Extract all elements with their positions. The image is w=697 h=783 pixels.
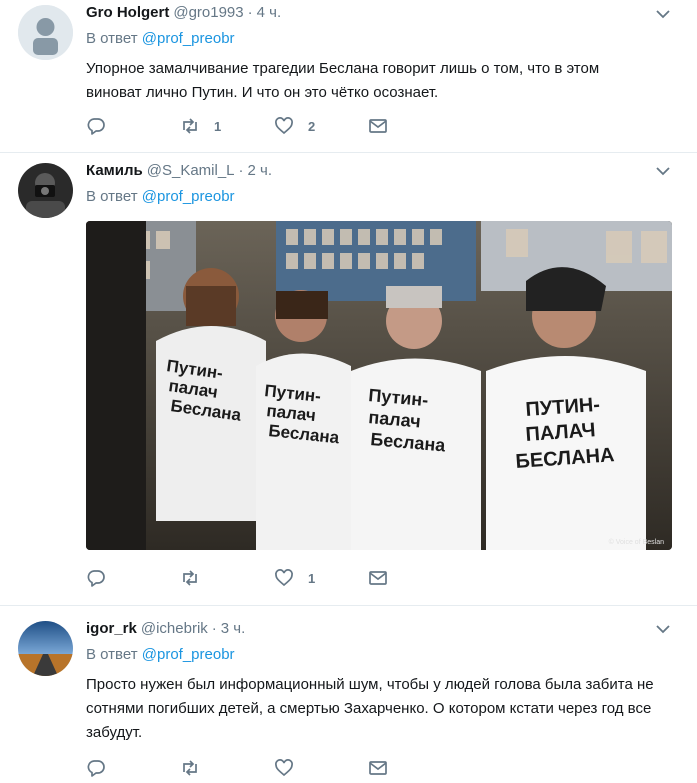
envelope-icon <box>369 119 387 133</box>
separator-dot: · <box>247 4 253 21</box>
heart-icon <box>275 569 293 587</box>
display-name[interactable]: Камиль <box>86 162 143 179</box>
reply-prefix: В ответ <box>86 188 138 205</box>
chevron-down-icon[interactable] <box>655 623 671 635</box>
default-avatar-icon <box>18 5 73 60</box>
retweet-icon <box>183 118 197 134</box>
retweet-count: 1 <box>214 118 222 134</box>
like-count: 2 <box>308 118 316 134</box>
reply-to-link[interactable]: @prof_preobr <box>142 646 235 663</box>
chevron-down-icon[interactable] <box>655 165 671 177</box>
heart-icon <box>275 759 293 777</box>
message-button[interactable] <box>368 116 462 136</box>
envelope-icon <box>369 761 387 775</box>
avatar[interactable] <box>18 5 73 60</box>
tweet-header: igor_rk @ichebrik · 3 ч. <box>86 606 697 638</box>
chevron-down-icon[interactable] <box>655 8 671 20</box>
timestamp[interactable]: 2 ч. <box>248 162 273 179</box>
reply-button[interactable] <box>86 758 180 778</box>
reply-icon <box>87 118 105 135</box>
like-button[interactable] <box>274 758 368 778</box>
like-count: 1 <box>308 570 316 586</box>
like-button[interactable]: 2 <box>274 116 368 136</box>
tweet-header: Камиль @S_Kamil_L · 2 ч. <box>86 153 697 180</box>
reply-context: В ответ @prof_preobr <box>86 646 697 666</box>
tweet-text: Упорное замалчивание трагедии Беслана го… <box>86 60 600 101</box>
message-button[interactable] <box>368 758 462 778</box>
separator-dot: · <box>238 162 244 179</box>
user-handle[interactable]: @gro1993 <box>173 4 243 21</box>
avatar[interactable] <box>18 621 73 676</box>
road-landscape-avatar-image <box>18 621 73 676</box>
reply-context: В ответ @prof_preobr <box>86 188 697 208</box>
tweet-actions: 1 2 <box>86 114 697 138</box>
reply-context: В ответ @prof_preobr <box>86 30 697 50</box>
protest-photo-image: Путин- палач Беслана Путин- палач Беслан… <box>86 221 672 550</box>
reply-to-link[interactable]: @prof_preobr <box>142 188 235 205</box>
tweet-actions <box>86 756 697 780</box>
photo-credit: © Voice of Beslan <box>609 538 664 546</box>
reply-button[interactable] <box>86 568 180 588</box>
retweet-icon <box>183 570 197 586</box>
tweet-actions: 1 <box>86 566 697 590</box>
reply-button[interactable] <box>86 116 180 136</box>
like-button[interactable]: 1 <box>274 568 368 588</box>
user-handle[interactable]: @S_Kamil_L <box>147 162 235 179</box>
retweet-button[interactable]: 1 <box>180 116 274 136</box>
avatar[interactable] <box>18 163 73 218</box>
photographer-avatar-image <box>18 163 73 218</box>
reply-icon <box>87 760 105 777</box>
tweet-photo[interactable]: Путин- палач Беслана Путин- палач Беслан… <box>86 221 672 550</box>
tweet[interactable]: Камиль @S_Kamil_L · 2 ч. В ответ @prof_p… <box>0 153 697 606</box>
retweet-button[interactable] <box>180 758 274 778</box>
display-name[interactable]: Gro Holgert <box>86 4 169 21</box>
retweet-icon <box>183 760 197 776</box>
tweet[interactable]: Gro Holgert @gro1993 · 4 ч. В ответ @pro… <box>0 0 697 153</box>
reply-prefix: В ответ <box>86 30 138 47</box>
timestamp[interactable]: 4 ч. <box>257 4 282 21</box>
reply-to-link[interactable]: @prof_preobr <box>142 30 235 47</box>
tweet[interactable]: igor_rk @ichebrik · 3 ч. В ответ @prof_p… <box>0 606 697 783</box>
reply-prefix: В ответ <box>86 646 138 663</box>
user-handle[interactable]: @ichebrik <box>141 620 208 637</box>
timestamp[interactable]: 3 ч. <box>221 620 246 637</box>
separator-dot: · <box>211 620 217 637</box>
envelope-icon <box>369 571 387 585</box>
heart-icon <box>275 117 293 135</box>
message-button[interactable] <box>368 568 462 588</box>
retweet-button[interactable] <box>180 568 274 588</box>
tweet-header: Gro Holgert @gro1993 · 4 ч. <box>86 0 697 22</box>
display-name[interactable]: igor_rk <box>86 620 137 637</box>
tweet-text: Просто нужен был информационный шум, что… <box>86 676 654 741</box>
reply-icon <box>87 570 105 587</box>
